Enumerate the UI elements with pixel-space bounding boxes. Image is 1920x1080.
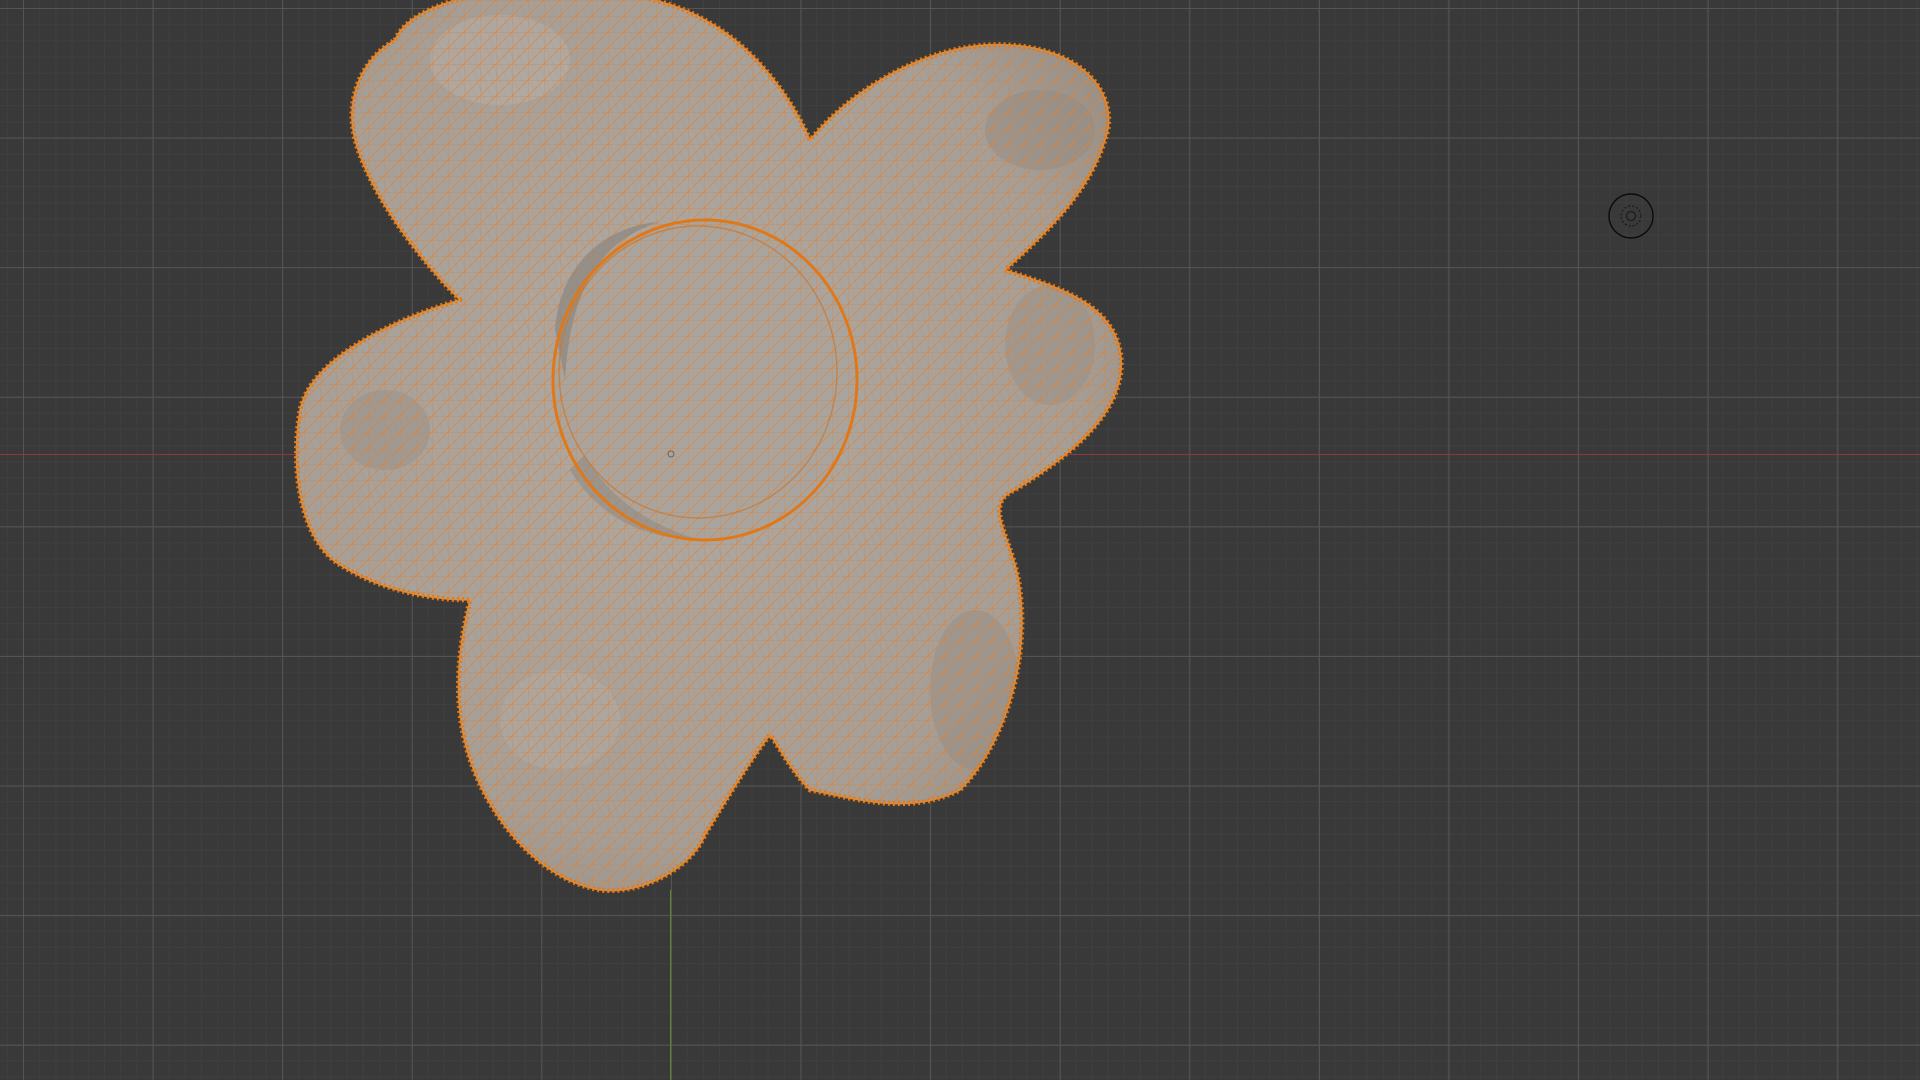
light-icon[interactable]	[1608, 193, 1654, 239]
flower-object[interactable]	[250, 0, 1150, 900]
flower-mesh-view[interactable]	[0, 0, 1920, 1080]
3d-viewport[interactable]	[0, 0, 1920, 1080]
